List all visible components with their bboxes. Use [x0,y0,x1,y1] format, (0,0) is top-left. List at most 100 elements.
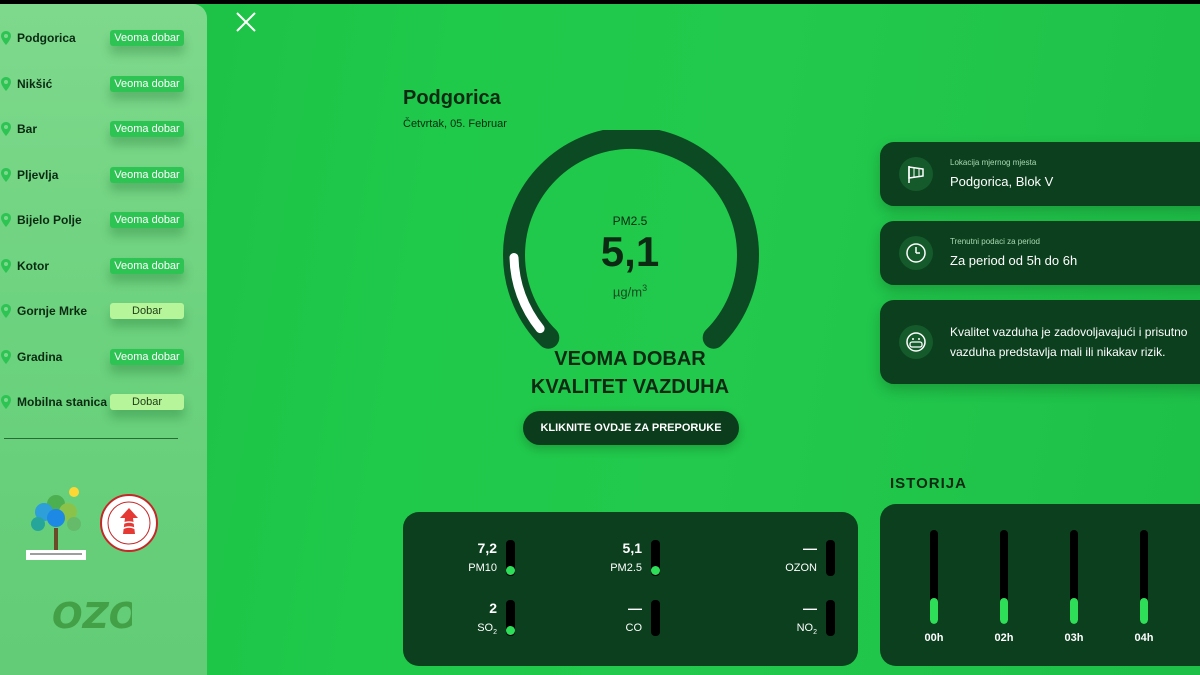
sidebar-item-city[interactable]: Gradina Veoma dobar [0,335,207,379]
pollutant-item: 5,1 PM2.5 [558,540,678,590]
city-name: Nikšić [17,76,53,91]
history-hour-label: 03h [1064,632,1084,644]
status-badge: Veoma dobar [110,121,184,137]
pollutant-item: 2 SO2 [413,600,533,650]
gauge-unit: µg/m3 [612,283,648,300]
sidebar-item-city[interactable]: Mobilna stanica Dobar [0,380,207,424]
gauge-pollutant-label: PM2.5 [612,214,648,228]
pollutant-label: PM2.5 [610,562,642,574]
pollutant-item: 7,2 PM10 [413,540,533,590]
pollutant-level-bar [826,600,835,636]
windsock-icon [899,157,933,191]
sidebar-item-city[interactable]: Bar Veoma dobar [0,107,207,151]
pollutant-label: NO2 [796,622,817,637]
history-bar-fill [1070,598,1078,624]
location-pin-icon [1,122,11,136]
pollutant-value: — [803,540,817,556]
sidebar-divider [4,438,178,439]
status-badge: Veoma dobar [110,30,184,46]
pollutant-label: PM10 [468,562,497,574]
city-name: Mobilna stanica [17,395,108,409]
description-line-2: vazduha predstavlja mali ili nikakav riz… [950,345,1166,359]
status-badge: Veoma dobar [110,75,184,92]
pollutant-level-dot [506,626,515,635]
history-hour-label: 00h [924,632,944,644]
history-bar-fill [930,598,938,624]
pollutant-value: 2 [489,600,497,616]
location-pin-icon [1,31,11,45]
location-pin-icon [1,349,11,364]
location-small-label: Lokacija mjernog mjesta [950,158,1037,167]
sidebar-item-city[interactable]: Pljevlja Veoma dobar [0,153,207,197]
sidebar-item-city[interactable]: Podgorica Veoma dobar [0,16,207,60]
city-name: Bijelo Polje [17,213,82,227]
quality-line-2: KVALITET VAZDUHA [530,376,730,398]
gauge-value: 5,1 [600,228,660,275]
history-bar [930,530,938,624]
location-value: Podgorica, Blok V [950,174,1054,189]
city-name: Podgorica [17,31,76,45]
pollutant-label: CO [625,622,643,634]
svg-text:OZON: OZON [52,596,132,637]
history-bar-fill [1140,598,1148,624]
city-name: Gradina [17,349,63,364]
institute-seal-logo [100,494,158,552]
period-card: Trenutni podaci za period Za period od 5… [880,221,1200,285]
close-icon[interactable] [234,10,258,34]
location-pin-icon [1,304,11,318]
location-pin-icon [1,76,11,91]
pollutant-value: — [628,600,642,616]
period-value: Za period od 5h do 6h [950,253,1078,268]
quality-text: VEOMA DOBAR KVALITET VAZDUHA [480,345,780,401]
sidebar: Podgorica Veoma dobar Nikšić Veoma dobar Bar… [0,4,207,675]
city-title: Podgorica [403,87,501,109]
description-line-1: Kvalitet vazduha je zadovoljavajući i pr… [950,325,1188,339]
history-bar [1070,530,1078,624]
pollutant-label: SO2 [477,622,497,637]
pollutant-item: — OZON [733,540,853,590]
history-panel: 00h 02h 03h 04h [880,504,1200,666]
description-card: Kvalitet vazduha je zadovoljavajući i pr… [880,300,1200,384]
city-name: Kotor [17,258,49,273]
history-hour-label: 02h [994,632,1014,644]
history-bar [1140,530,1148,624]
location-pin-icon [1,258,11,273]
pollutant-level-dot [506,566,515,575]
pollutant-value: 5,1 [622,540,642,556]
history-bar-fill [1000,598,1008,624]
face-mask-icon [899,325,933,359]
location-card: Lokacija mjernog mjesta Podgorica, Blok … [880,142,1200,206]
sidebar-item-city[interactable]: Gornje Mrke Dobar [0,289,207,333]
history-title: ISTORIJA [890,475,967,492]
period-small-label: Trenutni podaci za period [950,237,1040,246]
city-name: Bar [17,122,38,136]
history-bar [1000,530,1008,624]
city-name: Pljevlja [17,167,59,182]
description-text: Kvalitet vazduha je zadovoljavajući i pr… [950,322,1187,362]
sidebar-item-city[interactable]: Bijelo Polje Veoma dobar [0,198,207,242]
pollutant-value: — [803,600,817,616]
pollutant-level-bar [826,540,835,576]
status-badge: Veoma dobar [110,257,184,274]
pollutant-item: — NO2 [733,600,853,650]
location-pin-icon [1,395,11,409]
status-badge: Dobar [110,394,184,410]
location-pin-icon [1,167,11,182]
city-name: Gornje Mrke [17,304,88,318]
tree-logo [26,487,86,560]
status-badge: Veoma dobar [110,166,184,183]
ozon-logo: OZON [52,596,132,637]
sidebar-item-city[interactable]: Nikšić Veoma dobar [0,62,207,106]
pollutant-level-dot [651,566,660,575]
clock-icon [899,236,933,270]
location-pin-icon [1,213,11,227]
pollutant-value: 7,2 [477,540,497,556]
sidebar-item-city[interactable]: Kotor Veoma dobar [0,244,207,288]
city-date: Četvrtak, 05. Februar [403,118,507,130]
status-badge: Veoma dobar [110,348,184,365]
pollutant-level-bar [651,600,660,636]
status-badge: Dobar [110,303,184,319]
recommendations-button[interactable]: KLIKNITE OVDJE ZA PREPORUKE [523,411,739,445]
history-hour-label: 04h [1134,632,1154,644]
quality-line-1: VEOMA DOBAR [554,348,706,370]
